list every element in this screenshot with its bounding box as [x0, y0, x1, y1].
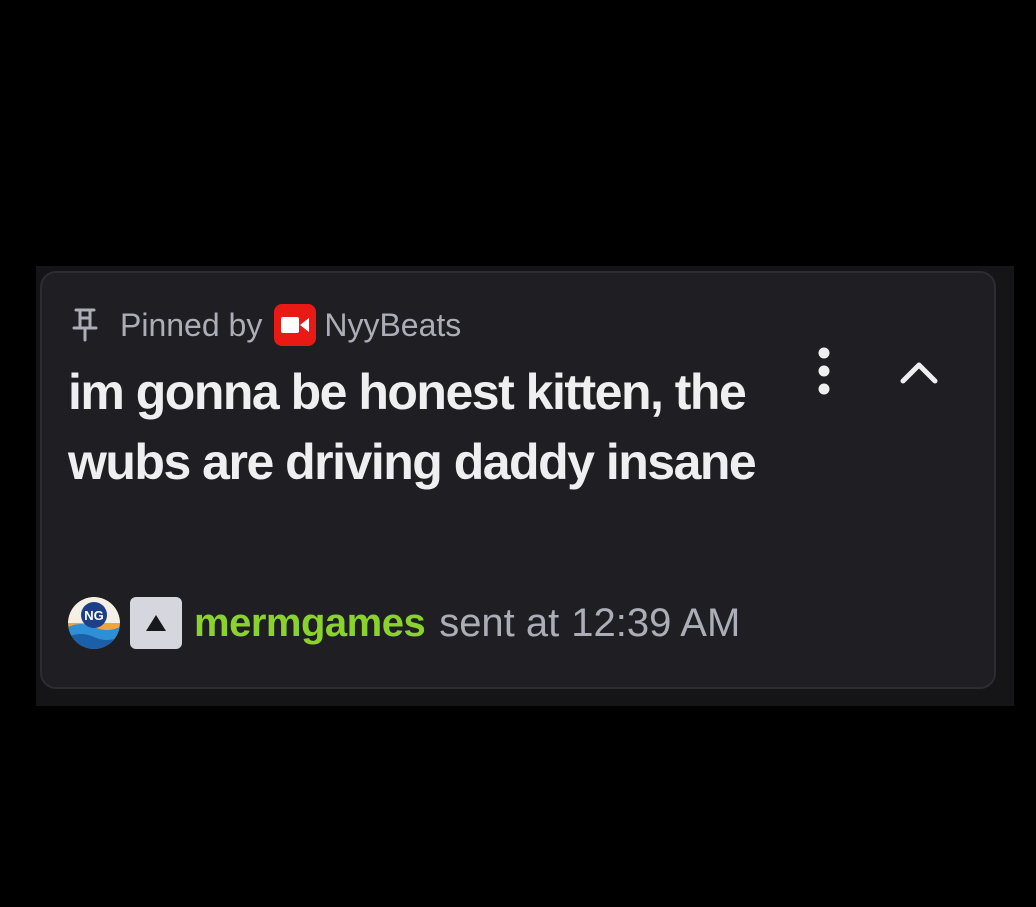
chevron-up-icon: [900, 362, 938, 384]
pinned-by-row: Pinned by NyyBeats: [70, 303, 461, 347]
sender-username[interactable]: mermgames: [194, 601, 426, 646]
message-timestamp: 12:39 AM: [571, 600, 741, 645]
pinner-username[interactable]: NyyBeats: [324, 307, 461, 344]
sent-at-label: sent at: [439, 600, 560, 645]
pinned-by-label: Pinned by: [120, 306, 263, 343]
sender-avatar[interactable]: NG: [68, 597, 120, 649]
more-options-icon: [818, 347, 830, 395]
user-badge-icon: [130, 597, 182, 649]
pin-icon: [70, 305, 100, 345]
pinned-message-text: im gonna be honest kitten, the wubs are …: [68, 364, 757, 490]
svg-text:NG: NG: [84, 608, 104, 623]
more-options-button[interactable]: [804, 343, 844, 399]
pinned-message-card: Pinned by NyyBeats im gonna be honest ki…: [40, 271, 996, 689]
broadcaster-badge-icon: [274, 304, 317, 346]
sender-row: NG mermgames sent at 12:39 AM: [68, 595, 740, 651]
collapse-button[interactable]: [894, 347, 944, 397]
